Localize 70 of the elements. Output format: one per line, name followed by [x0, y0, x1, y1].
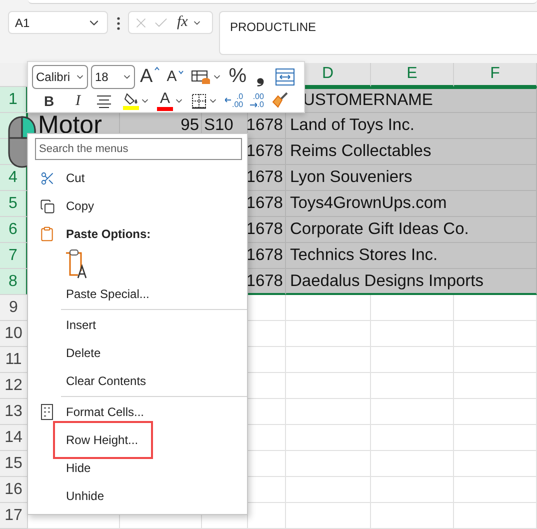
- table-cell: 1678: [248, 217, 286, 243]
- row-header[interactable]: 6: [0, 217, 28, 243]
- row-header[interactable]: 17: [0, 503, 28, 529]
- row-header[interactable]: 4: [0, 165, 28, 191]
- increase-decimal-button[interactable]: .00 .0: [248, 90, 266, 112]
- table-cell: 1678: [248, 165, 286, 191]
- copy-icon: [40, 198, 54, 214]
- clipboard-icon: [39, 226, 55, 242]
- left-arrow-icon: [225, 97, 231, 105]
- table-cell: Toys4GrownUps.com: [286, 191, 537, 217]
- percent-button[interactable]: %: [226, 66, 248, 88]
- paste-keep-formatting-icon[interactable]: [65, 249, 89, 279]
- right-arrow-icon: [250, 101, 258, 109]
- row-header[interactable]: 9: [0, 295, 28, 321]
- row-header[interactable]: 5: [0, 191, 28, 217]
- row-header[interactable]: 10: [0, 321, 28, 347]
- menu-item[interactable]: Clear Contents: [28, 367, 247, 395]
- insert-function-button[interactable]: fx: [177, 14, 188, 31]
- table-cell: Daedalus Designs Imports: [286, 269, 537, 295]
- table-cell: 1678: [248, 139, 286, 165]
- table-cell: 1678: [248, 191, 286, 217]
- wrap-text-icon: [274, 68, 294, 86]
- menu-item[interactable]: Paste Special...: [28, 280, 247, 308]
- table-cell: 1678: [248, 113, 286, 139]
- table-styles-icon: [190, 68, 211, 84]
- menu-item[interactable]: Cut: [28, 164, 247, 192]
- italic-button[interactable]: I: [69, 90, 87, 112]
- table-cell: 1678: [248, 269, 286, 295]
- column-header[interactable]: F: [454, 63, 537, 87]
- table-cell: 1678: [248, 243, 286, 269]
- borders-icon: [191, 93, 207, 109]
- row-header[interactable]: 15: [0, 451, 28, 477]
- menu-item[interactable]: Insert: [28, 311, 247, 339]
- row-header[interactable]: 1: [0, 87, 28, 113]
- menu-item[interactable]: Copy: [28, 192, 247, 220]
- row-header[interactable]: 8: [0, 269, 28, 295]
- row-header[interactable]: 14: [0, 425, 28, 451]
- grow-font-button[interactable]: A: [138, 66, 162, 88]
- formula-field[interactable]: PRODUCTLINE: [219, 11, 537, 55]
- name-box[interactable]: A1: [8, 11, 108, 34]
- row-header[interactable]: 13: [0, 399, 28, 425]
- shrink-font-button[interactable]: A: [164, 66, 186, 88]
- table-cell: Technics Stores Inc.: [286, 243, 537, 269]
- align-center-icon: [96, 94, 112, 108]
- table-cell: Lyon Souveniers: [286, 165, 537, 191]
- row-header[interactable]: 11: [0, 347, 28, 373]
- table-cell: Corporate Gift Ideas Co.: [286, 217, 537, 243]
- row-header[interactable]: 12: [0, 373, 28, 399]
- bold-button[interactable]: B: [40, 90, 58, 112]
- more-icon[interactable]: [117, 17, 120, 30]
- wrap-text-button[interactable]: [272, 66, 296, 88]
- search-field[interactable]: Search the menus: [35, 138, 242, 160]
- paintbrush-icon: [271, 92, 290, 110]
- menu-item[interactable]: Delete: [28, 339, 247, 367]
- scissors-icon: [40, 170, 54, 186]
- column-header[interactable]: D: [305, 63, 371, 87]
- menu-item[interactable]: Unhide: [28, 482, 247, 510]
- table-cell: Reims Collectables: [286, 139, 537, 165]
- table-cell: Land of Toys Inc.: [286, 113, 537, 139]
- font-dropdown[interactable]: Calibri: [32, 64, 88, 88]
- paste-options-heading: Paste Options:: [28, 220, 247, 248]
- format-cells-icon: [41, 404, 53, 420]
- row-header[interactable]: 7: [0, 243, 28, 269]
- row-header[interactable]: 16: [0, 477, 28, 503]
- column-header[interactable]: E: [371, 63, 454, 87]
- font-color-button[interactable]: A: [155, 90, 186, 112]
- paint-bucket-icon: [123, 92, 139, 105]
- decrease-decimal-button[interactable]: .0 .00: [223, 90, 246, 112]
- comma-style-button[interactable]: ❟: [252, 66, 270, 88]
- font-size-dropdown[interactable]: 18: [91, 64, 135, 88]
